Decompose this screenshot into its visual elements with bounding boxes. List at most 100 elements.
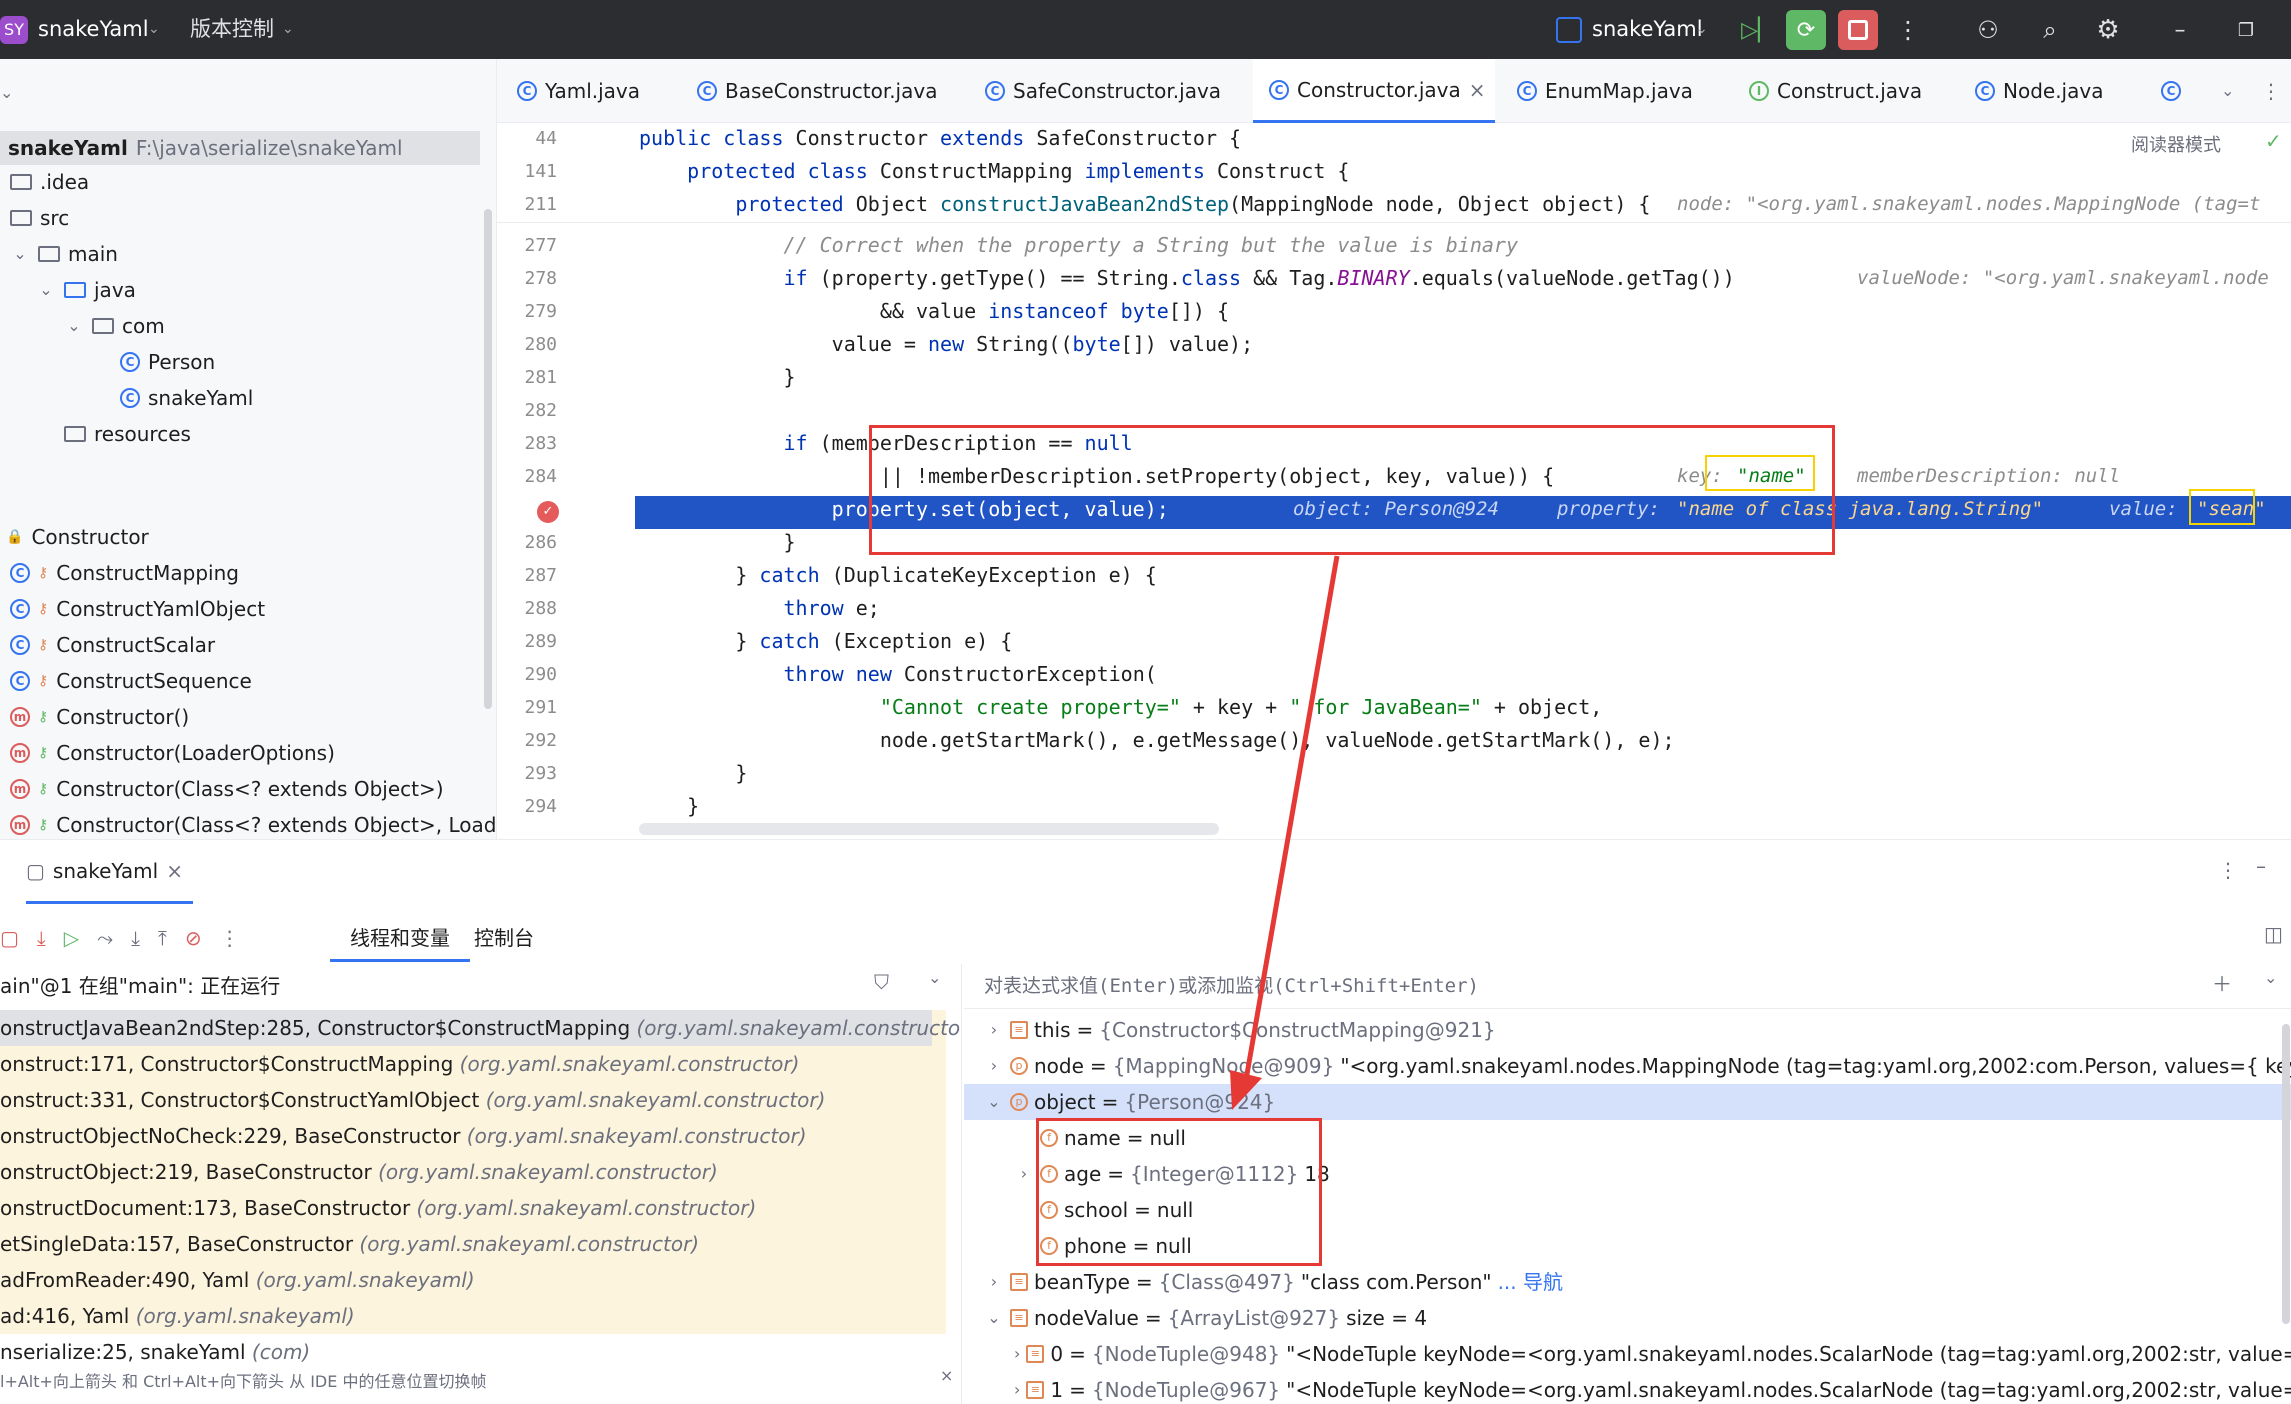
layout-icon[interactable]: ◫ <box>2264 922 2283 946</box>
structure-item[interactable]: m ⚷ Constructor(Class<? extends Object>, L… <box>10 808 497 842</box>
add-watch-icon[interactable]: ＋ <box>2212 968 2232 997</box>
stack-frame[interactable]: onstruct:171, Constructor$ConstructMappi… <box>0 1046 799 1082</box>
list-element-1[interactable]: › ≡ 1 = {NodeTuple@967} "<NodeTuple keyNode=<… <box>1014 1372 2291 1404</box>
close-icon[interactable]: × <box>1469 58 1486 122</box>
chevron-right-icon[interactable]: › <box>1014 1336 1020 1372</box>
minimize-icon[interactable]: – <box>2256 854 2266 878</box>
structure-item[interactable]: C ⚷ ConstructSequence <box>10 664 252 698</box>
horizontal-scrollbar[interactable] <box>639 823 1219 835</box>
stack-frame[interactable]: onstructDocument:173, BaseConstructor (o… <box>0 1190 756 1226</box>
project-badge[interactable]: SY <box>0 16 28 44</box>
tab-enummap[interactable]: C EnumMap.java <box>1517 59 1693 123</box>
tab-constructor[interactable]: C Constructor.java × <box>1253 59 1495 123</box>
stack-frame[interactable]: adFromReader:490, Yaml (org.yaml.snakeya… <box>0 1262 475 1298</box>
code-editor[interactable]: 44 public class Constructor extends Safe… <box>497 123 2291 839</box>
structure-item[interactable]: 🔒 Constructor <box>6 520 149 554</box>
project-root[interactable]: snakeYaml F:\java\serialize\snakeYaml <box>0 131 480 165</box>
tree-item-src[interactable]: src <box>10 201 69 235</box>
scrollbar[interactable] <box>2282 1024 2290 1324</box>
resume-icon[interactable]: ▷▏ <box>1738 10 1778 50</box>
breakpoint-icon[interactable]: ✓ <box>537 501 559 523</box>
reader-mode-toggle[interactable]: 阅读器模式 <box>2131 131 2221 157</box>
stack-frame[interactable]: nserialize:25, snakeYaml (com) <box>0 1334 310 1370</box>
structure-item[interactable]: C ⚷ ConstructMapping <box>10 556 239 590</box>
thread-selector[interactable]: ain"@1 在组"main": 正在运行 <box>0 968 280 1004</box>
variable-object[interactable]: ⌄ p object = {Person@924} <box>984 1084 1275 1120</box>
rerun-debug-button[interactable]: ⟳ <box>1786 10 1826 50</box>
tab-safe-constructor[interactable]: C SafeConstructor.java <box>985 59 1221 123</box>
tree-item-main[interactable]: ⌄ main <box>10 237 118 271</box>
step-into-icon[interactable]: ⤳ <box>97 926 113 950</box>
project-switcher[interactable]: snakeYaml <box>38 0 149 59</box>
close-icon[interactable]: × <box>940 1366 953 1385</box>
structure-item[interactable]: m ⚷ Constructor(Class<? extends Object>) <box>10 772 444 806</box>
variable-beantype[interactable]: › ≡ beanType = {Class@497} "class com.Person"… <box>984 1264 1563 1300</box>
variable-nodevalue[interactable]: ⌄ ≡ nodeValue = {ArrayList@927} size = 4 <box>984 1300 1427 1336</box>
structure-item[interactable]: m ⚷ Constructor() <box>10 700 189 734</box>
structure-item[interactable]: m ⚷ Constructor(LoaderOptions) <box>10 736 335 770</box>
tree-item-idea[interactable]: .idea <box>10 165 89 199</box>
tab-overflow[interactable]: C <box>2161 59 2181 123</box>
structure-item[interactable]: C ⚷ ConstructYamlObject <box>10 592 265 626</box>
tree-item-java[interactable]: ⌄ java <box>36 273 136 307</box>
resume-icon[interactable]: ▷ <box>64 926 79 950</box>
tab-node[interactable]: C Node.java <box>1975 59 2103 123</box>
tab-threads-variables[interactable]: 线程和变量 <box>330 914 470 962</box>
tree-item-com[interactable]: ⌄ com <box>64 309 164 343</box>
minimize-icon[interactable]: – <box>2160 10 2200 50</box>
more-icon[interactable]: ⋮ <box>2261 59 2281 123</box>
search-icon[interactable]: ⌕ <box>2030 10 2070 50</box>
filter-icon[interactable]: ⛉ <box>874 970 889 994</box>
stack-frame[interactable]: ad:416, Yaml (org.yaml.snakeyaml) <box>0 1298 355 1334</box>
restore-icon[interactable]: ❐ <box>2226 10 2266 50</box>
settings-icon[interactable]: ⚙ <box>2088 10 2128 50</box>
stop-icon[interactable]: ▢ <box>0 926 19 950</box>
stack-frame[interactable]: onstructObjectNoCheck:229, BaseConstruct… <box>0 1118 807 1154</box>
mute-breakpoints-icon[interactable]: ⊘ <box>185 926 202 950</box>
run-config-icon[interactable] <box>1556 17 1582 43</box>
chevron-down-icon[interactable]: ⌄ <box>2221 59 2234 123</box>
tree-item-person[interactable]: C Person <box>120 345 215 379</box>
chevron-down-icon[interactable]: ⌄ <box>282 0 294 59</box>
structure-item[interactable]: C ⚷ ConstructScalar <box>10 628 215 662</box>
chevron-down-icon[interactable]: ⌄ <box>984 1084 1004 1120</box>
chevron-down-icon[interactable]: ⌄ <box>928 968 941 987</box>
more-icon[interactable]: ⋮ <box>2218 858 2238 882</box>
tab-yaml[interactable]: C Yaml.java <box>517 59 640 123</box>
chevron-right-icon[interactable]: › <box>984 1264 1004 1300</box>
scrollbar[interactable] <box>484 209 492 709</box>
tab-console[interactable]: 控制台 <box>474 914 534 962</box>
close-icon[interactable]: × <box>166 839 183 903</box>
chevron-down-icon[interactable]: ⌄ <box>984 1300 1004 1336</box>
more-icon[interactable]: ⋮ <box>220 926 240 950</box>
step-down-icon[interactable]: ⤓ <box>131 926 140 950</box>
stack-frame-selected[interactable]: onstructJavaBean2ndStep:285, Constructor… <box>0 1010 961 1046</box>
run-config-selector[interactable]: snakeYaml <box>1592 0 1703 59</box>
chevron-down-icon[interactable]: ⌄ <box>2264 968 2277 987</box>
step-out-icon[interactable]: ⤒ <box>158 926 167 950</box>
chevron-right-icon[interactable]: › <box>1014 1156 1034 1192</box>
tree-item-resources[interactable]: resources <box>64 417 191 451</box>
chevron-right-icon[interactable]: › <box>984 1012 1004 1048</box>
chevron-down-icon[interactable]: ⌄ <box>10 237 30 271</box>
tab-construct[interactable]: I Construct.java <box>1749 59 1922 123</box>
chevron-down-icon[interactable]: ⌄ <box>36 273 56 307</box>
debug-session-tab[interactable]: ▢ snakeYaml × <box>26 840 193 904</box>
navigate-link[interactable]: ... 导航 <box>1498 1264 1563 1300</box>
collapse-icon[interactable]: ⌄ <box>0 83 13 102</box>
add-user-icon[interactable]: ⚇ <box>1968 10 2008 50</box>
stack-frame[interactable]: onstructObject:219, BaseConstructor (org… <box>0 1154 718 1190</box>
vcs-menu[interactable]: 版本控制 <box>190 0 274 59</box>
variable-node[interactable]: › p node = {MappingNode@909} "<org.yaml.snake… <box>984 1048 2291 1084</box>
step-over-icon[interactable]: ⤓ <box>37 926 46 950</box>
chevron-down-icon[interactable]: ⌄ <box>148 0 160 59</box>
stop-button[interactable] <box>1838 10 1878 50</box>
tree-item-snakeyaml[interactable]: CsnakeYaml <box>120 381 253 415</box>
chevron-right-icon[interactable]: › <box>984 1048 1004 1084</box>
tab-base-constructor[interactable]: C BaseConstructor.java <box>697 59 937 123</box>
chevron-right-icon[interactable]: › <box>1014 1372 1020 1404</box>
more-icon[interactable]: ⋮ <box>1888 10 1928 50</box>
stack-frame[interactable]: etSingleData:157, BaseConstructor (org.y… <box>0 1226 699 1262</box>
list-element-0[interactable]: › ≡ 0 = {NodeTuple@948} "<NodeTuple keyNode=<… <box>1014 1336 2291 1372</box>
stack-frame[interactable]: onstruct:331, Constructor$ConstructYamlO… <box>0 1082 825 1118</box>
